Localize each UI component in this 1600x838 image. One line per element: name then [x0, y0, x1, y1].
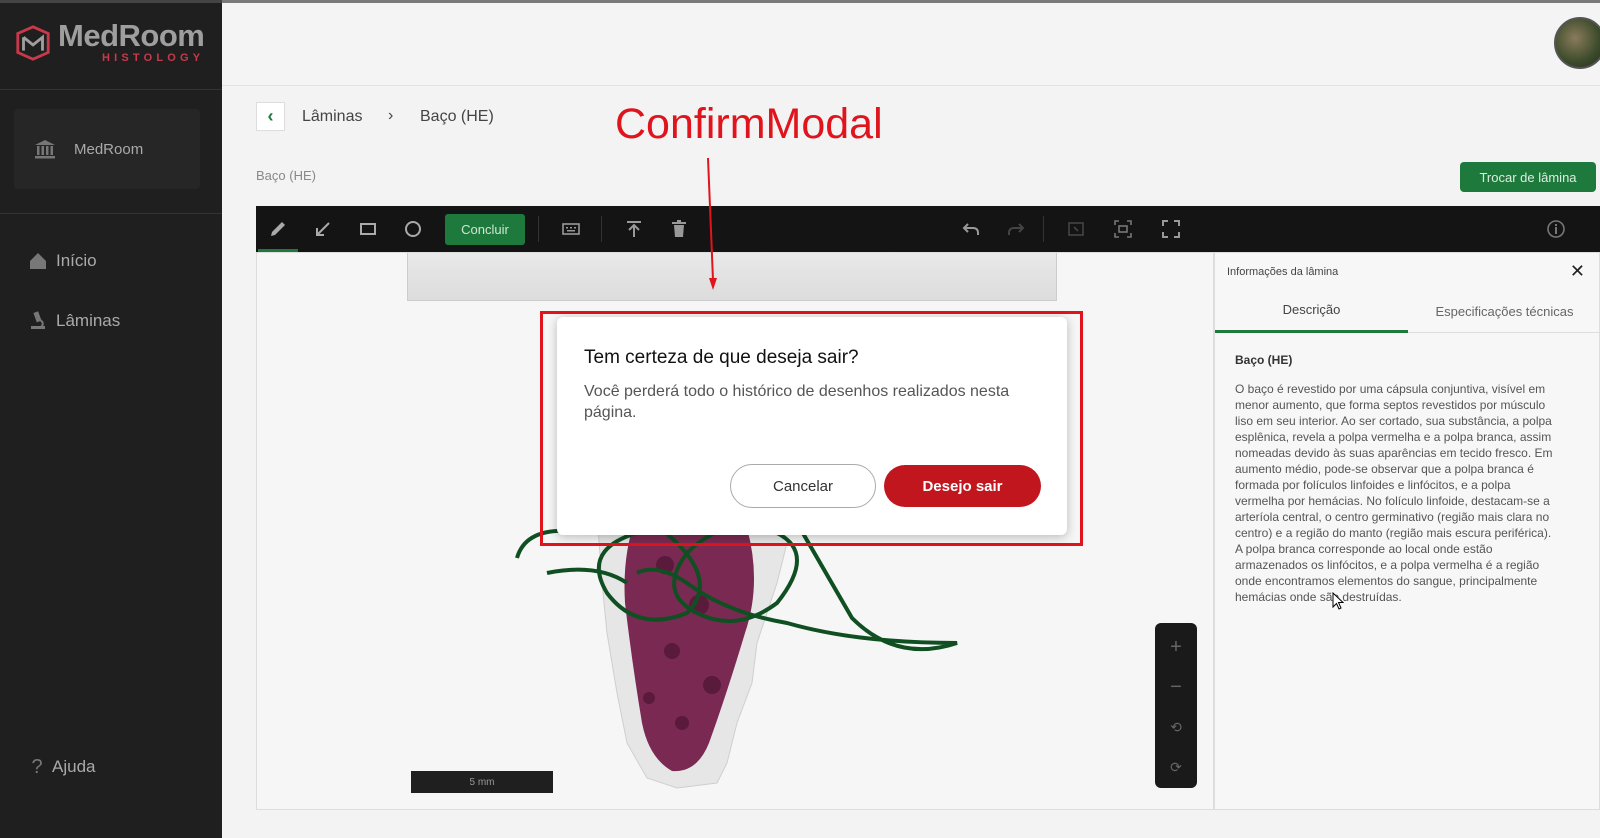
sidebar-item-label: Ajuda — [52, 757, 96, 776]
change-slide-button[interactable]: Trocar de lâmina — [1460, 162, 1596, 192]
upload-icon — [627, 221, 641, 237]
finish-button[interactable]: Concluir — [445, 214, 525, 245]
confirm-exit-button[interactable]: Desejo sair — [884, 465, 1041, 507]
annotation-label: ConfirmModal — [615, 100, 883, 148]
info-tabs: Descrição Especificações técnicas — [1215, 289, 1600, 333]
help-icon: ? — [31, 755, 43, 778]
sidebar: MedRoom HISTOLOGY MedRoom Início Lâminas… — [0, 0, 222, 838]
rotate-left-icon: ⟲ — [1170, 718, 1182, 735]
zoom-out-button[interactable]: − — [1155, 667, 1197, 707]
screenshot-icon — [1114, 220, 1132, 238]
keyboard-icon — [562, 223, 580, 235]
zoom-in-button[interactable]: + — [1155, 627, 1197, 667]
screenshot-tool[interactable] — [1103, 206, 1143, 252]
rectangle-icon — [360, 223, 376, 235]
org-label: MedRoom — [74, 140, 144, 158]
redo-button[interactable] — [996, 206, 1036, 252]
modal-title: Tem certeza de que deseja sair? — [584, 347, 859, 368]
arrow-icon — [316, 222, 330, 236]
avatar[interactable] — [1554, 17, 1600, 69]
crop-tool[interactable] — [1056, 206, 1096, 252]
info-button[interactable] — [1536, 206, 1576, 252]
undo-icon — [962, 223, 979, 235]
close-icon[interactable]: ✕ — [1570, 261, 1585, 282]
sidebar-item-label: Início — [56, 251, 97, 270]
slide-info-panel: Informações da lâmina ✕ Descrição Especi… — [1214, 252, 1600, 810]
microscope-icon — [28, 311, 48, 331]
medroom-logo-icon — [16, 24, 50, 61]
redo-icon — [1008, 223, 1025, 235]
crop-icon — [1068, 222, 1084, 236]
rotate-right-icon: ⟳ — [1170, 758, 1182, 775]
info-icon — [1547, 220, 1565, 238]
rectangle-tool[interactable] — [348, 206, 388, 252]
zoom-controls: + − ⟲ ⟳ — [1155, 623, 1197, 788]
sidebar-item-inicio[interactable]: Início — [28, 251, 97, 271]
trash-icon — [672, 220, 686, 237]
breadcrumb-separator: › — [388, 107, 394, 124]
bank-icon — [35, 140, 55, 159]
upload-tool[interactable] — [614, 206, 654, 252]
logo-main-text: MedRoom — [58, 18, 205, 53]
drawing-toolbar: Concluir — [256, 206, 1600, 252]
modal-message: Você perderá todo o histórico de desenho… — [584, 383, 1010, 421]
undo-button[interactable] — [951, 206, 991, 252]
sidebar-item-label: Lâminas — [56, 311, 121, 330]
mouse-cursor-icon — [1332, 592, 1344, 610]
description-body: O baço é revestido por uma cápsula conju… — [1235, 382, 1553, 604]
info-panel-title: Informações da lâmina — [1227, 266, 1339, 278]
sidebar-item-ajuda[interactable]: ? Ajuda — [30, 755, 96, 778]
toolbar-divider — [1043, 216, 1044, 242]
arrow-tool[interactable] — [303, 206, 343, 252]
breadcrumb-item-laminas[interactable]: Lâminas — [302, 108, 362, 126]
toolbar-divider — [538, 216, 539, 242]
chevron-left-icon: ‹ — [267, 106, 274, 126]
delete-tool[interactable] — [659, 206, 699, 252]
fullscreen-button[interactable] — [1151, 206, 1191, 252]
breadcrumb-item-current: Baço (HE) — [420, 108, 494, 125]
scale-bar: 5 mm — [411, 771, 553, 793]
confirm-modal: Tem certeza de que deseja sair? Você per… — [557, 317, 1067, 535]
rotate-right-button[interactable]: ⟳ — [1155, 747, 1197, 787]
fullscreen-icon — [1162, 220, 1180, 238]
logo-sub-text: HISTOLOGY — [101, 52, 205, 64]
sidebar-item-laminas[interactable]: Lâminas — [28, 311, 120, 331]
pencil-tool[interactable] — [258, 206, 298, 252]
slide-title: Baço (HE) — [256, 168, 316, 183]
cancel-button[interactable]: Cancelar — [730, 464, 876, 508]
org-selector[interactable]: MedRoom — [14, 109, 200, 189]
tab-descricao[interactable]: Descrição — [1215, 289, 1408, 333]
top-bar — [222, 0, 1600, 86]
medroom-logo[interactable]: MedRoom HISTOLOGY — [14, 18, 205, 64]
toolbar-divider — [601, 216, 602, 242]
home-icon — [28, 251, 48, 271]
circle-icon — [405, 221, 421, 237]
sidebar-divider — [0, 213, 222, 214]
rotate-left-button[interactable]: ⟲ — [1155, 707, 1197, 747]
description-title: Baço (HE) — [1235, 353, 1293, 367]
pencil-icon — [271, 222, 285, 236]
back-button[interactable]: ‹ — [256, 102, 285, 131]
keyboard-tool[interactable] — [551, 206, 591, 252]
sidebar-divider — [0, 89, 222, 90]
tab-especificacoes[interactable]: Especificações técnicas — [1408, 289, 1600, 333]
circle-tool[interactable] — [393, 206, 433, 252]
